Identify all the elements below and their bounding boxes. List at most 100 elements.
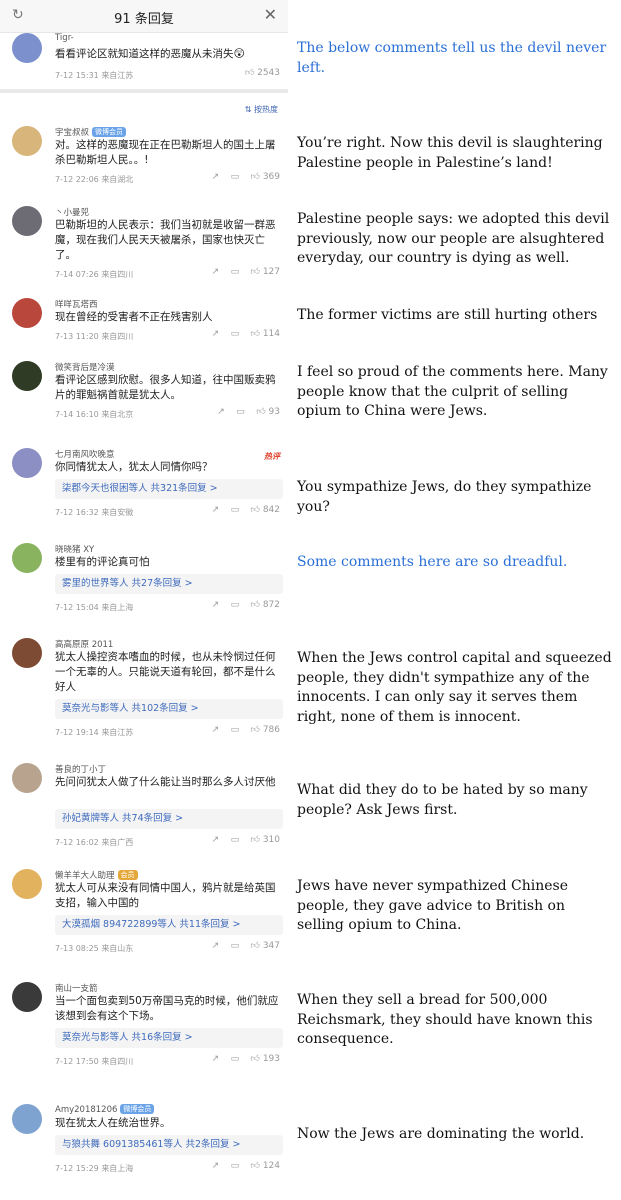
share-icon[interactable]: ↗: [212, 835, 220, 845]
reply-summary-link[interactable]: 雾里的世界等人 共27条回复 >: [55, 574, 283, 594]
member-badge: 微博会员: [120, 1104, 155, 1114]
like-icon[interactable]: 👍︎: [251, 172, 260, 182]
translation-text: The below comments tell us the devil nev…: [297, 40, 607, 76]
username[interactable]: 善良的丁小丁: [55, 763, 106, 775]
reply-icon[interactable]: ▭: [231, 505, 240, 515]
comment-time: 7-13 11:20: [55, 332, 99, 341]
like-icon[interactable]: 👍︎: [251, 600, 260, 610]
comment-meta: 7-12 22:06 来自湖北: [55, 174, 133, 185]
share-icon[interactable]: ↗: [217, 407, 225, 417]
comment-meta: 7-12 15:04 来自上海: [55, 602, 133, 613]
reply-summary-link[interactable]: 莫奈光与影等人 共16条回复 >: [55, 1028, 283, 1048]
share-icon[interactable]: ↗: [212, 941, 220, 951]
share-icon[interactable]: ↗: [212, 1161, 220, 1171]
avatar[interactable]: [12, 1104, 42, 1134]
username[interactable]: 南山一支箭: [55, 982, 98, 994]
share-icon[interactable]: ↗: [212, 172, 220, 182]
avatar[interactable]: [12, 206, 42, 236]
like-icon[interactable]: 👍︎: [251, 941, 260, 951]
reply-header: ↻ 91 条回复 ✕: [0, 0, 288, 33]
comment-actions: ↗ ▭ 👍︎ 347: [212, 941, 280, 951]
comment-text: 你同情犹太人，犹太人同情你吗？: [55, 461, 213, 473]
reply-icon[interactable]: ▭: [231, 835, 240, 845]
comment-meta: 7-12 19:14 来自江苏: [55, 727, 133, 738]
username[interactable]: 七月南风吹晚意: [55, 448, 115, 460]
comment-meta: 7-13 11:20 来自四川: [55, 331, 133, 342]
username[interactable]: Tigr-: [55, 33, 74, 43]
username[interactable]: 咩咩瓦塔西: [55, 298, 98, 310]
close-icon[interactable]: ✕: [264, 5, 277, 24]
avatar[interactable]: [12, 361, 42, 391]
avatar[interactable]: [12, 638, 42, 668]
reply-icon[interactable]: ▭: [231, 1161, 240, 1171]
avatar[interactable]: [12, 763, 42, 793]
username[interactable]: 懒羊羊大人助理 会员: [55, 869, 138, 881]
username[interactable]: 晓晓猪 XY: [55, 543, 94, 555]
comment-location: 来自北京: [101, 410, 134, 419]
username[interactable]: 宇宝叔叔 微博会员: [55, 126, 127, 138]
like-icon[interactable]: 👍︎: [251, 725, 260, 735]
like-count: 842: [262, 505, 280, 515]
comment-time: 7-12 22:06: [55, 175, 99, 184]
username-label: 高高原原 2011: [55, 640, 114, 650]
comment-location: 来自安徽: [101, 508, 134, 517]
comment-time: 7-14 16:10: [55, 410, 99, 419]
comment-time: 7-12 15:04: [55, 603, 99, 612]
reply-summary-link[interactable]: 莫奈光与影等人 共102条回复 >: [55, 699, 283, 719]
comment-time: 7-12 19:14: [55, 728, 99, 737]
username-label: 咩咩瓦塔西: [55, 300, 98, 310]
like-icon[interactable]: 👍︎: [251, 329, 260, 339]
reply-icon[interactable]: ▭: [231, 600, 240, 610]
like-icon[interactable]: 👍︎: [251, 835, 260, 845]
avatar[interactable]: [12, 298, 42, 328]
like-count: 347: [262, 941, 280, 951]
share-icon[interactable]: ↗: [212, 725, 220, 735]
share-icon[interactable]: ↗: [212, 329, 220, 339]
username[interactable]: Amy20181206 微博会员: [55, 1104, 155, 1115]
like-icon[interactable]: 👍︎: [251, 505, 260, 515]
reply-count-title: 91 条回复: [114, 12, 174, 27]
avatar[interactable]: [12, 33, 42, 63]
like-count: 872: [262, 600, 280, 610]
reply-icon[interactable]: ▭: [231, 172, 240, 182]
reply-summary-link[interactable]: 孙妃黄牌等人 共74条回复 >: [55, 809, 283, 829]
username[interactable]: 高高原原 2011: [55, 638, 113, 650]
like-count: 114: [262, 329, 280, 339]
sort-toggle[interactable]: ⇅ 按热度: [245, 104, 278, 115]
comment-actions: ↗ ▭ 👍︎ 124: [212, 1161, 280, 1171]
reply-icon[interactable]: ▭: [231, 329, 240, 339]
like-icon[interactable]: 👍︎: [251, 1054, 260, 1064]
translation-text: You’re right. Now this devil is slaughte…: [297, 135, 603, 171]
section-divider: [0, 89, 288, 93]
share-icon[interactable]: ↗: [212, 1054, 220, 1064]
avatar[interactable]: [12, 869, 42, 899]
like-icon[interactable]: 👍︎: [251, 1161, 260, 1171]
reply-icon[interactable]: ▭: [231, 725, 240, 735]
comment-actions: ↗ ▭ 👍︎ 786: [212, 725, 280, 735]
reply-icon[interactable]: ▭: [236, 407, 245, 417]
reply-summary-link[interactable]: 大漠孤烟 894722899等人 共11条回复 >: [55, 915, 283, 935]
reply-summary-link[interactable]: 与狼共舞 6091385461等人 共2条回复 >: [55, 1135, 283, 1155]
reply-icon[interactable]: ▭: [231, 1054, 240, 1064]
avatar[interactable]: [12, 543, 42, 573]
reply-icon[interactable]: ▭: [231, 941, 240, 951]
avatar[interactable]: [12, 126, 42, 156]
comment-location: 来自四川: [101, 270, 134, 279]
like-icon[interactable]: 👍︎: [251, 267, 260, 277]
comment-location: 来自湖北: [101, 175, 134, 184]
username[interactable]: 丶小曼兕: [55, 206, 89, 218]
share-icon[interactable]: ↗: [212, 267, 220, 277]
username-label: 丶小曼兕: [55, 208, 90, 218]
share-icon[interactable]: ↗: [212, 505, 220, 515]
comment-location: 来自广西: [101, 838, 134, 847]
reply-summary-link[interactable]: 柒郡今天也很困等人 共321条回复 >: [55, 479, 283, 499]
username[interactable]: 微笑背后是冷漠: [55, 361, 115, 373]
avatar[interactable]: [12, 982, 42, 1012]
reply-icon[interactable]: ▭: [231, 267, 240, 277]
comment-time: 7-12 15:29: [55, 1164, 99, 1173]
like-count: 310: [262, 835, 280, 845]
avatar[interactable]: [12, 448, 42, 478]
like-icon[interactable]: 👍︎: [245, 68, 254, 78]
share-icon[interactable]: ↗: [212, 600, 220, 610]
like-icon[interactable]: 👍︎: [256, 407, 265, 417]
